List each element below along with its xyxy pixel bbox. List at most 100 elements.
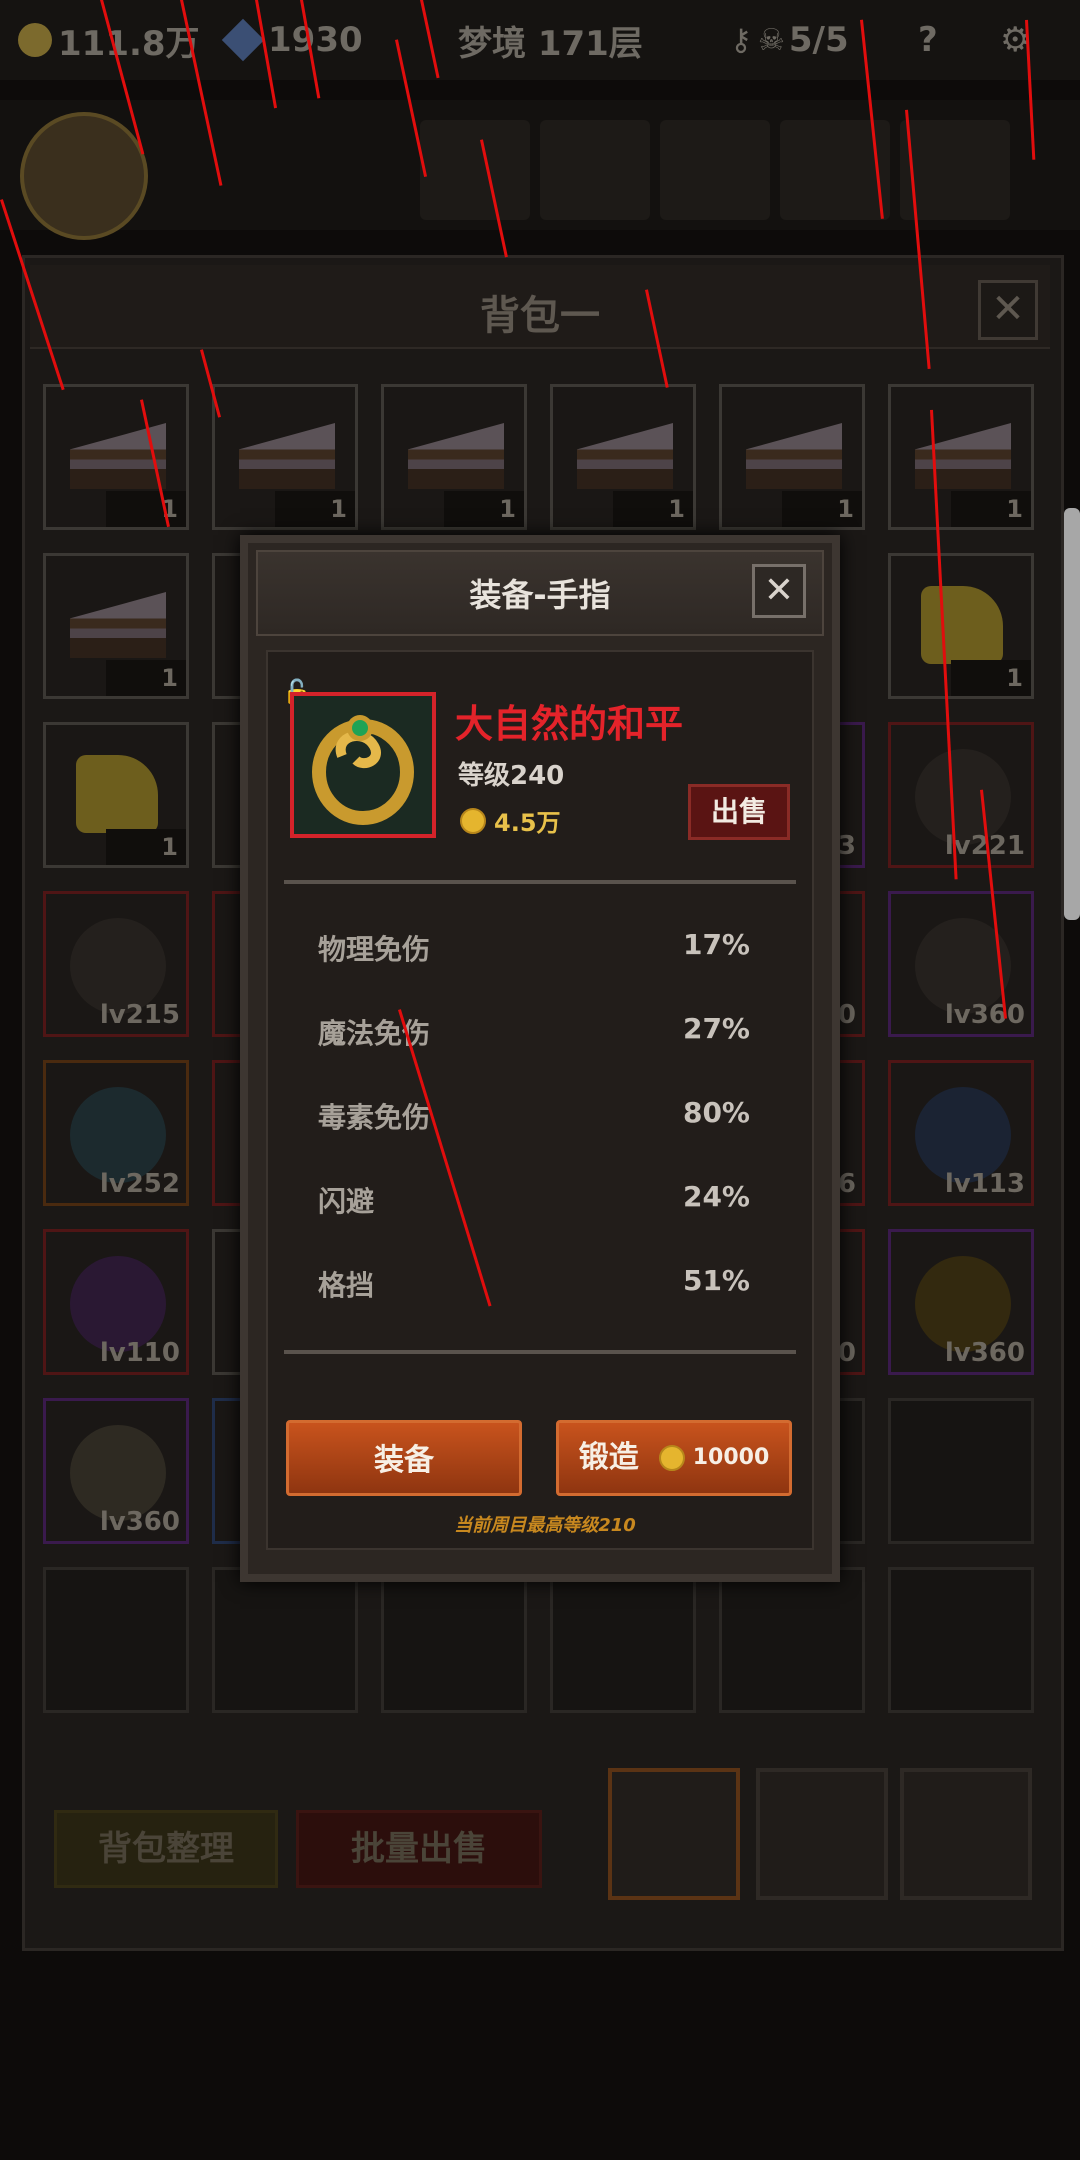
help-icon: ? — [918, 20, 938, 60]
item-level-label: lv215 — [99, 1000, 180, 1030]
inventory-slot-ring[interactable]: lv110 — [43, 1229, 189, 1375]
backpack-title: 背包一 — [480, 293, 600, 339]
forge-label: 锻造 — [578, 1440, 639, 1475]
skull-count: 5/5 — [788, 20, 849, 60]
cake-icon — [746, 423, 842, 489]
ring-icon — [312, 715, 414, 825]
max-level-note: 当前周目最高等级210 — [454, 1515, 636, 1536]
item-count: 1 — [1006, 664, 1023, 692]
inventory-slot-empty[interactable] — [550, 1567, 696, 1713]
inventory-slot-ring[interactable]: lv113 — [888, 1060, 1034, 1206]
equipment-dialog-title: 装备-手指 — [469, 576, 611, 614]
inventory-slot-empty[interactable] — [888, 1567, 1034, 1713]
key-icon: ⚷ — [730, 22, 752, 58]
cake-icon — [408, 423, 504, 489]
skull-icon: ☠ — [757, 22, 785, 58]
hero-slot-1[interactable] — [420, 120, 530, 220]
stat-label: 魔法免伤 — [318, 1017, 431, 1050]
inventory-slot-cake[interactable]: 1 — [550, 384, 696, 530]
inventory-slot-empty[interactable] — [43, 1567, 189, 1713]
sell-button[interactable]: 出售 — [688, 784, 790, 840]
item-level-label: lv360 — [944, 1338, 1025, 1368]
bag-tab-2[interactable] — [756, 1768, 888, 1900]
cake-icon — [70, 592, 166, 658]
item-level-label: lv113 — [944, 1169, 1025, 1199]
inventory-slot-empty[interactable] — [888, 1398, 1034, 1544]
item-price: 4.5万 — [460, 803, 561, 838]
sort-backpack-button[interactable]: 背包整理 — [54, 1810, 278, 1888]
gold-coin-icon — [658, 1445, 685, 1471]
item-level-label: lv252 — [99, 1169, 180, 1199]
bag-tab-1[interactable] — [608, 1768, 740, 1900]
avatar[interactable] — [20, 112, 148, 240]
cake-icon — [915, 423, 1011, 489]
forge-button[interactable]: 锻造 10000 — [556, 1420, 792, 1496]
stat-value: 17% — [682, 928, 750, 961]
inventory-slot-empty[interactable] — [212, 1567, 358, 1713]
stat-value: 27% — [682, 1012, 750, 1045]
inventory-slot-lion[interactable]: lv360 — [888, 1229, 1034, 1375]
gem-icon — [221, 18, 265, 62]
inventory-slot-bow[interactable]: lv221 — [888, 722, 1034, 868]
inventory-slot-cake[interactable]: 1 — [888, 384, 1034, 530]
stat-value: 24% — [682, 1180, 750, 1213]
hero-slot-3[interactable] — [660, 120, 770, 220]
cheese-icon — [921, 586, 1003, 664]
inventory-slot-trident[interactable]: lv215 — [43, 891, 189, 1037]
gold-amount: 111.8万 — [58, 23, 200, 64]
inventory-slot-orb[interactable]: lv252 — [43, 1060, 189, 1206]
scrollbar[interactable] — [1064, 508, 1080, 920]
inventory-slot-empty[interactable] — [381, 1567, 527, 1713]
item-count: 1 — [161, 664, 178, 692]
inventory-slot-bow[interactable]: lv360 — [888, 891, 1034, 1037]
item-level-label: lv360 — [944, 1000, 1025, 1030]
item-count: 1 — [330, 495, 347, 523]
inventory-slot-cheese[interactable]: 1 — [888, 553, 1034, 699]
stat-label: 物理免伤 — [318, 933, 431, 966]
hero-slot-5[interactable] — [900, 120, 1010, 220]
item-price-value: 4.5万 — [494, 809, 561, 837]
stat-value: 51% — [682, 1264, 750, 1297]
item-level-label: lv110 — [99, 1338, 180, 1368]
gold-coin-icon — [460, 807, 486, 834]
equip-button[interactable]: 装备 — [286, 1420, 522, 1496]
bag-tab-3[interactable] — [900, 1768, 1032, 1900]
stat-label: 格挡 — [318, 1269, 375, 1302]
stat-value: 80% — [682, 1096, 750, 1129]
help-button[interactable]: ? — [918, 18, 938, 62]
item-count: 1 — [499, 495, 516, 523]
cake-icon — [239, 423, 335, 489]
dream-level-text: 梦境 171层 — [458, 23, 643, 64]
inventory-slot-ring[interactable]: lv360 — [43, 1398, 189, 1544]
skull-resource: ⚷ ☠ 5/5 — [730, 18, 849, 62]
stat-label: 闪避 — [318, 1185, 375, 1218]
inventory-slot-cake[interactable]: 1 — [43, 553, 189, 699]
gold-coin-icon — [18, 23, 52, 57]
inventory-slot-cake[interactable]: 1 — [381, 384, 527, 530]
inventory-slot-cake[interactable]: 1 — [212, 384, 358, 530]
inventory-slot-empty[interactable] — [719, 1567, 865, 1713]
inventory-slot-cake[interactable]: 1 — [719, 384, 865, 530]
bulk-sell-button[interactable]: 批量出售 — [296, 1810, 542, 1888]
item-level-label: lv360 — [99, 1507, 180, 1537]
divider — [284, 1350, 796, 1354]
backpack-close-button[interactable]: ✕ — [978, 280, 1038, 340]
gem-resource: 1930 — [221, 18, 363, 62]
divider — [284, 880, 796, 884]
gem-amount: 1930 — [268, 20, 363, 60]
item-count: 1 — [161, 833, 178, 861]
dream-level: 梦境 171层 — [458, 18, 643, 64]
inventory-slot-cheese[interactable]: 1 — [43, 722, 189, 868]
item-image-frame — [290, 692, 436, 838]
item-count: 1 — [668, 495, 685, 523]
cake-icon — [577, 423, 673, 489]
inventory-slot-cake[interactable]: 1 — [43, 384, 189, 530]
hero-slot-2[interactable] — [540, 120, 650, 220]
equipment-dialog-close-button[interactable]: ✕ — [752, 564, 806, 618]
item-name: 大自然的和平 — [455, 702, 684, 746]
item-count: 1 — [1006, 495, 1023, 523]
item-level: 等级240 — [458, 761, 565, 791]
cheese-icon — [76, 755, 158, 833]
item-count: 1 — [837, 495, 854, 523]
forge-cost: 10000 — [692, 1445, 770, 1470]
